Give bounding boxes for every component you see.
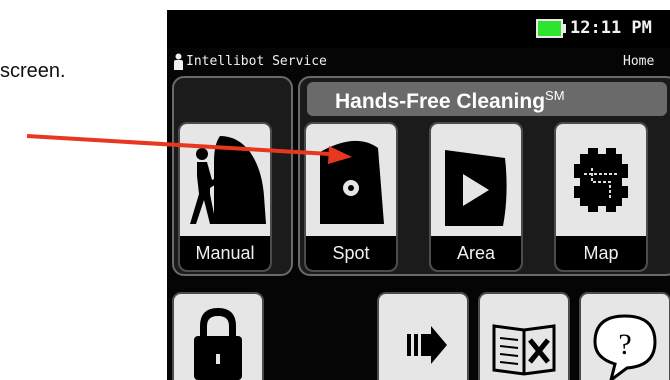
service-mark: SM: [545, 88, 565, 103]
svg-text:?: ?: [618, 328, 631, 361]
manual-label: Manual: [195, 243, 255, 263]
next-button[interactable]: [377, 292, 469, 380]
map-mode-button[interactable]: Map: [554, 122, 648, 272]
area-label: Area: [456, 243, 496, 263]
lock-icon: [194, 308, 242, 380]
user-icon: [174, 53, 183, 70]
section-title: Hands-Free CleaningSM: [335, 88, 565, 113]
lock-button[interactable]: [172, 292, 264, 380]
clock: 12:11 PM: [570, 18, 652, 38]
spot-mode-button[interactable]: Spot: [304, 122, 398, 272]
area-mode-button[interactable]: Area: [429, 122, 523, 272]
map-cleaning-icon: [574, 148, 628, 212]
home-link[interactable]: Home: [623, 54, 654, 69]
map-label: Map: [583, 243, 619, 263]
area-cleaning-icon: [445, 150, 507, 226]
help-button[interactable]: ?: [579, 292, 670, 380]
manual-tools-icon: [492, 324, 556, 376]
battery-tip: [563, 24, 566, 33]
spot-label: Spot: [332, 243, 370, 263]
status-bar: 12:11 PM: [167, 10, 670, 48]
help-icon: ?: [593, 314, 657, 380]
manual-tools-button[interactable]: [478, 292, 570, 380]
spot-cleaning-icon: [320, 140, 384, 224]
user-name: Intellibot Service: [186, 54, 327, 69]
manual-mode-button[interactable]: Manual: [178, 122, 272, 272]
battery-icon: [536, 19, 563, 38]
next-arrow-icon: [407, 326, 447, 364]
robot-touchscreen: 12:11 PM Intellibot Service Home Hands-F…: [167, 10, 670, 380]
manual-operator-icon: [190, 136, 266, 224]
page-text: screen.: [0, 60, 66, 82]
